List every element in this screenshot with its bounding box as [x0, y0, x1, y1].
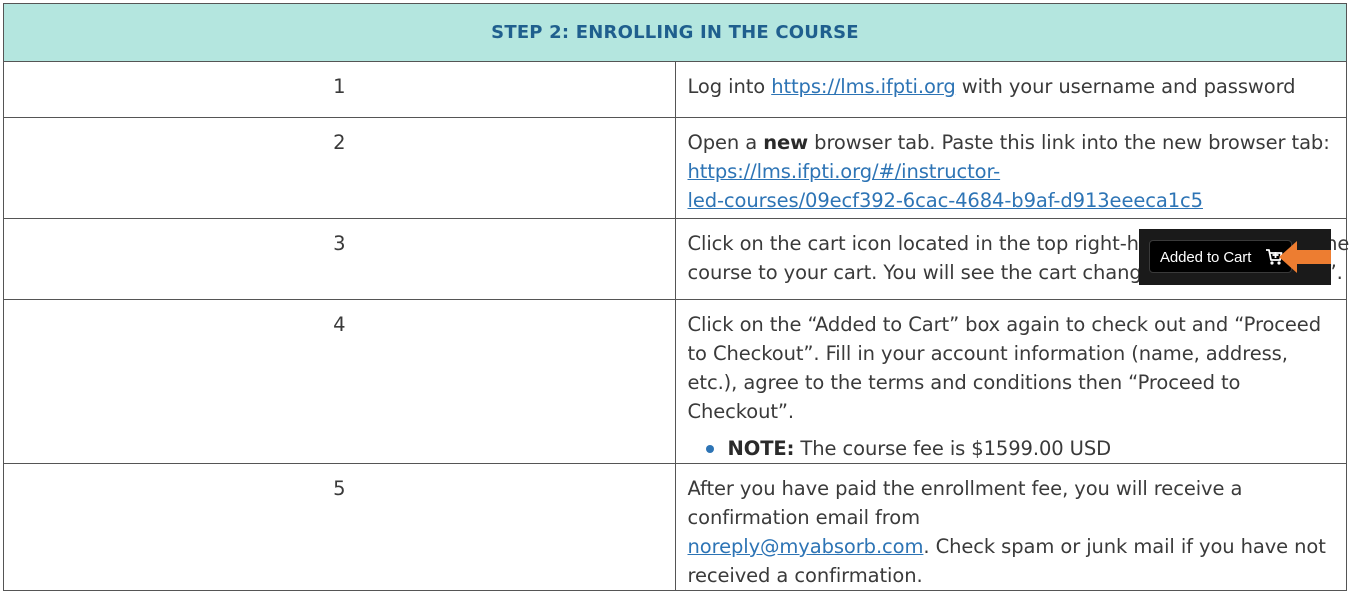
- note-label: NOTE:: [728, 437, 795, 460]
- emphasis-new: new: [763, 131, 808, 154]
- course-link-line2: led-courses/09ecf392-6cac-4684-b9af-d913…: [688, 189, 1203, 212]
- added-to-cart-button: Added to Cart: [1149, 240, 1292, 273]
- enrollment-steps-table: STEP 2: ENROLLING IN THE COURSE 1 Log in…: [3, 3, 1347, 591]
- table-row: 1 Log into https://lms.ifpti.org with yo…: [4, 62, 1347, 118]
- step-content: Click on the “Added to Cart” box again t…: [675, 300, 1347, 464]
- step-text: After you have paid the enrollment fee, …: [688, 477, 1243, 529]
- note-text: The course fee is $1599.00 USD: [794, 437, 1111, 460]
- table-row: 5 After you have paid the enrollment fee…: [4, 464, 1347, 591]
- lms-login-link[interactable]: https://lms.ifpti.org: [771, 75, 955, 98]
- header-title: STEP 2: ENROLLING IN THE COURSE: [491, 22, 859, 43]
- course-link[interactable]: https://lms.ifpti.org/#/instructor-led-c…: [688, 160, 1203, 212]
- step-content: Open a new browser tab. Paste this link …: [675, 118, 1347, 219]
- step-text: browser tab. Paste this link into the ne…: [808, 131, 1330, 154]
- step-number: 3: [4, 219, 676, 300]
- step-content: Click on the cart icon located in the to…: [675, 219, 1347, 300]
- note-bullet: NOTE: The course fee is $1599.00 USD: [688, 434, 1335, 463]
- step-number: 2: [4, 118, 676, 219]
- course-link-line1: https://lms.ifpti.org/#/instructor-: [688, 160, 1001, 183]
- orange-arrow-icon: [1279, 239, 1331, 275]
- table-row: 4 Click on the “Added to Cart” box again…: [4, 300, 1347, 464]
- table-row: 2 Open a new browser tab. Paste this lin…: [4, 118, 1347, 219]
- step-number: 4: [4, 300, 676, 464]
- step-text: with your username and password: [956, 75, 1296, 98]
- step-text: Click on the “Added to Cart” box again t…: [688, 310, 1335, 426]
- table-header: STEP 2: ENROLLING IN THE COURSE: [4, 4, 1347, 62]
- step-number: 1: [4, 62, 676, 118]
- step-text: Open a: [688, 131, 764, 154]
- table-row: 3 Click on the cart icon located in the …: [4, 219, 1347, 300]
- noreply-email-link[interactable]: noreply@myabsorb.com: [688, 535, 924, 558]
- step-text: Log into: [688, 75, 772, 98]
- step-number: 5: [4, 464, 676, 591]
- step-content: After you have paid the enrollment fee, …: [675, 464, 1347, 591]
- cart-screenshot: Added to Cart: [1139, 229, 1331, 285]
- added-to-cart-label: Added to Cart: [1160, 249, 1251, 266]
- step-content: Log into https://lms.ifpti.org with your…: [675, 62, 1347, 118]
- bullet-icon: [706, 445, 714, 453]
